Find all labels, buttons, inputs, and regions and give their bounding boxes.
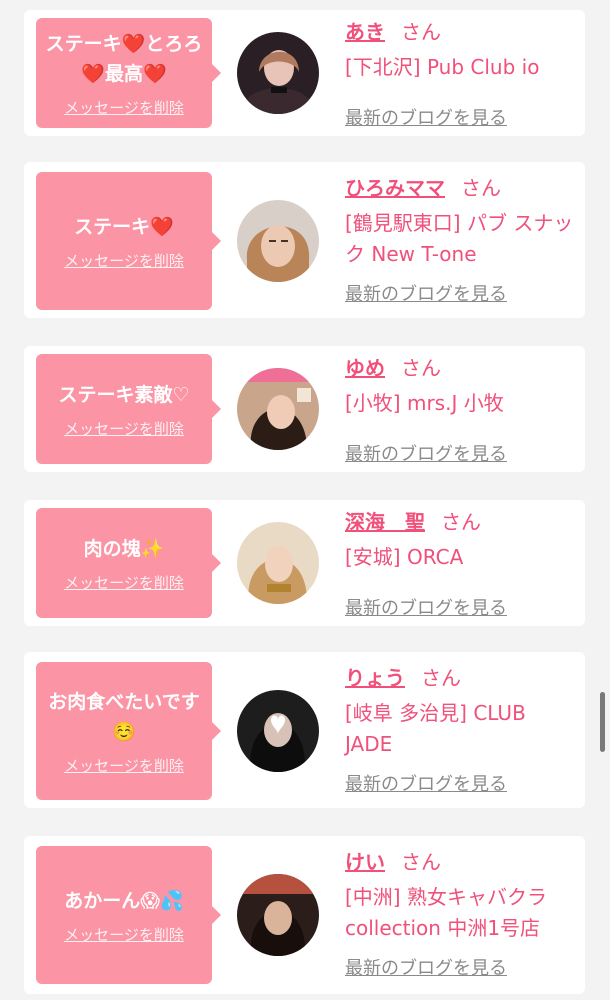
latest-blog-link[interactable]: 最新のブログを見る bbox=[345, 596, 507, 622]
delete-message-link[interactable]: メッセージを削除 bbox=[64, 572, 184, 593]
shop-name: [岐阜 多治見] CLUB JADE bbox=[345, 701, 526, 756]
message-line: ステーキ❤️ bbox=[74, 215, 174, 238]
shop-name: [小牧] mrs.J 小牧 bbox=[345, 391, 504, 415]
honorific: さん bbox=[441, 510, 481, 534]
honorific: さん bbox=[401, 356, 441, 380]
avatar[interactable] bbox=[237, 874, 319, 956]
author-name-link[interactable]: ひろみママ bbox=[345, 176, 445, 200]
delete-message-link[interactable]: メッセージを削除 bbox=[64, 418, 184, 439]
author-info: あき さん [下北沢] Pub Club io 最新のブログを見る bbox=[345, 18, 577, 129]
avatar[interactable] bbox=[237, 368, 319, 450]
message-bubble: ステーキ素敵♡ メッセージを削除 bbox=[36, 354, 221, 464]
message-text: ステーキ素敵♡ bbox=[58, 380, 189, 410]
author-line: ゆめ さん bbox=[345, 354, 577, 382]
latest-blog-link[interactable]: 最新のブログを見る bbox=[345, 106, 507, 132]
author-info: りょう さん [岐阜 多治見] CLUB JADE 最新のブログを見る bbox=[345, 664, 577, 795]
author-line: 深海 聖さん bbox=[345, 508, 577, 536]
author-info: ひろみママ さん [鶴見駅東口] パブ スナック New T-one 最新のブログ… bbox=[345, 174, 577, 305]
author-line: あき さん bbox=[345, 18, 577, 46]
message-text: 肉の塊✨ bbox=[84, 534, 165, 564]
author-info: ゆめ さん [小牧] mrs.J 小牧 最新のブログを見る bbox=[345, 354, 577, 465]
shop-name: [鶴見駅東口] パブ スナック New T-one bbox=[345, 211, 574, 266]
scrollbar-thumb[interactable] bbox=[600, 692, 605, 752]
author-name-link[interactable]: あき bbox=[345, 20, 385, 44]
message-bubble: ステーキ❤️ メッセージを削除 bbox=[36, 172, 221, 310]
author-line: けい さん bbox=[345, 848, 577, 876]
delete-message-link[interactable]: メッセージを削除 bbox=[64, 755, 184, 776]
honorific: さん bbox=[461, 176, 501, 200]
message-text: お肉食べたいです ☺️ bbox=[48, 687, 199, 747]
author-info: 深海 聖さん [安城] ORCA 最新のブログを見る bbox=[345, 508, 577, 619]
delete-message-link[interactable]: メッセージを削除 bbox=[64, 924, 184, 945]
message-bubble: 肉の塊✨ メッセージを削除 bbox=[36, 508, 221, 618]
shop-name: [安城] ORCA bbox=[345, 545, 464, 569]
latest-blog-link[interactable]: 最新のブログを見る bbox=[345, 282, 507, 308]
author-name-link[interactable]: 深海 聖 bbox=[345, 510, 425, 534]
author-info: けい さん [中洲] 熟女キャバクラ collection 中洲1号店 最新のブロ… bbox=[345, 848, 577, 979]
latest-blog-link[interactable]: 最新のブログを見る bbox=[345, 956, 507, 982]
avatar[interactable] bbox=[237, 32, 319, 114]
author-name-link[interactable]: りょう bbox=[345, 666, 405, 690]
honorific: さん bbox=[401, 20, 441, 44]
avatar[interactable] bbox=[237, 200, 319, 282]
latest-blog-link[interactable]: 最新のブログを見る bbox=[345, 442, 507, 468]
message-bubble: お肉食べたいです ☺️ メッセージを削除 bbox=[36, 662, 221, 800]
message-card: お肉食べたいです ☺️ メッセージを削除 りょう さん [岐阜 多治見] CLUB… bbox=[24, 652, 585, 808]
message-card: ステーキ❤️ メッセージを削除 ひろみママ さん [鶴見駅東口] パブ スナック … bbox=[24, 162, 585, 318]
avatar[interactable] bbox=[237, 690, 319, 772]
shop-name: [下北沢] Pub Club io bbox=[345, 55, 540, 79]
message-line: 肉の塊✨ bbox=[83, 537, 165, 560]
author-name-link[interactable]: ゆめ bbox=[345, 356, 385, 380]
honorific: さん bbox=[401, 850, 441, 874]
message-card: あかーん😱💦 メッセージを削除 けい さん [中洲] 熟女キャバクラ collec… bbox=[24, 836, 585, 994]
message-card: ステーキ❤️とろろ ❤️最高❤️ メッセージを削除 あき さん [下北沢] Pub… bbox=[24, 10, 585, 136]
message-line: ❤️最高❤️ bbox=[81, 62, 167, 85]
message-card: 肉の塊✨ メッセージを削除 深海 聖さん [安城] ORCA 最新のブログを見る bbox=[24, 500, 585, 626]
message-bubble: ステーキ❤️とろろ ❤️最高❤️ メッセージを削除 bbox=[36, 18, 221, 128]
author-name-link[interactable]: けい bbox=[345, 850, 385, 874]
message-bubble: あかーん😱💦 メッセージを削除 bbox=[36, 846, 221, 984]
message-text: あかーん😱💦 bbox=[64, 886, 183, 916]
delete-message-link[interactable]: メッセージを削除 bbox=[64, 97, 184, 118]
shop-name: [中洲] 熟女キャバクラ collection 中洲1号店 bbox=[345, 885, 547, 940]
message-text: ステーキ❤️とろろ ❤️最高❤️ bbox=[46, 29, 203, 89]
latest-blog-link[interactable]: 最新のブログを見る bbox=[345, 772, 507, 798]
message-line: お肉食べたいです bbox=[48, 690, 200, 713]
message-line: ステーキ❤️とろろ bbox=[45, 32, 203, 55]
delete-message-link[interactable]: メッセージを削除 bbox=[64, 250, 184, 271]
message-line: ☺️ bbox=[112, 720, 136, 743]
avatar[interactable] bbox=[237, 522, 319, 604]
honorific: さん bbox=[421, 666, 461, 690]
message-line: ステーキ素敵♡ bbox=[58, 383, 190, 406]
author-line: りょう さん bbox=[345, 664, 577, 692]
message-line: あかーん😱💦 bbox=[64, 889, 184, 912]
author-line: ひろみママ さん bbox=[345, 174, 577, 202]
message-card: ステーキ素敵♡ メッセージを削除 ゆめ さん [小牧] mrs.J 小牧 最新のブ… bbox=[24, 346, 585, 472]
message-text: ステーキ❤️ bbox=[74, 212, 174, 242]
